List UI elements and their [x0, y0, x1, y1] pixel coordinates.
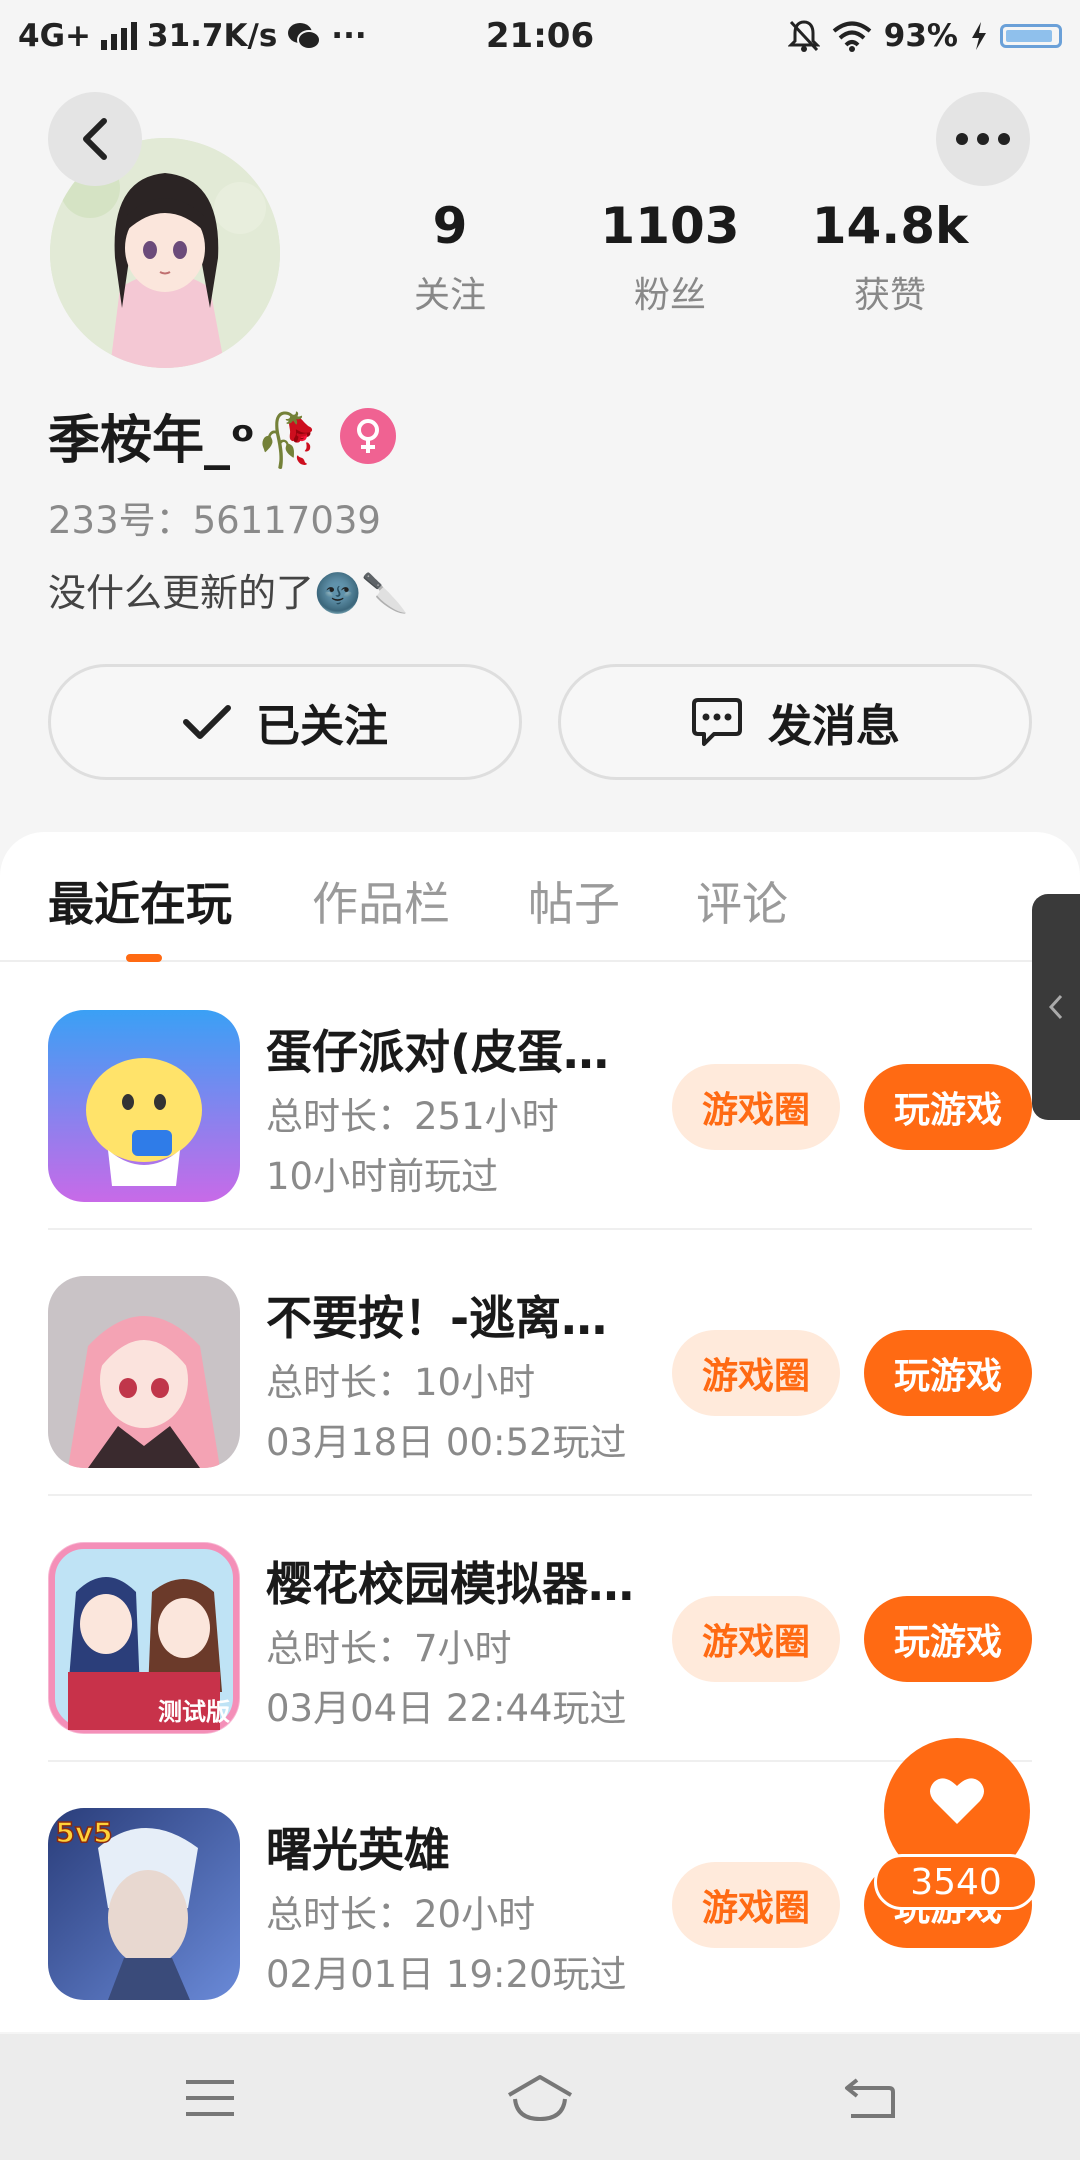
network-type: 4G+ — [18, 18, 91, 54]
stat-value: 14.8k — [811, 197, 969, 255]
home-nav-button[interactable] — [500, 2068, 580, 2128]
stat-likes[interactable]: 14.8k 获赞 — [780, 196, 1000, 318]
chat-bubble-icon — [692, 698, 742, 746]
wechat-icon — [288, 23, 322, 50]
game-last-played: 02月01日 19:20玩过 — [266, 1953, 627, 1996]
stat-value: 9 — [432, 197, 468, 255]
more-dots-icon — [956, 133, 1010, 145]
username-row: 季桉年_ᵒ🥀 — [48, 398, 397, 473]
game-icon-dawn-heroes[interactable]: 5v5 — [48, 1808, 240, 2000]
stat-label: 获赞 — [853, 275, 926, 316]
game-circle-button[interactable]: 游戏圈 — [672, 1862, 840, 1948]
game-last-played: 03月04日 22:44玩过 — [266, 1687, 627, 1730]
username: 季桉年_ᵒ🥀 — [48, 411, 321, 471]
game-title: 蛋仔派对(皮蛋… — [266, 1025, 610, 1079]
game-title: 不要按！-逃离… — [266, 1291, 608, 1345]
game-row[interactable]: 测试版 樱花校园模拟器… 总时长：7小时 03月04日 22:44玩过 游戏圈 … — [48, 1496, 1032, 1762]
like-count: 3540 — [874, 1854, 1038, 1910]
game-icon-sakura-school[interactable]: 测试版 — [48, 1542, 240, 1734]
followed-button[interactable]: 已关注 — [48, 664, 522, 780]
play-game-button[interactable]: 玩游戏 — [864, 1330, 1032, 1416]
bio: 没什么更新的了🌚🔪 — [48, 571, 409, 615]
status-right: 93% — [787, 18, 1062, 54]
side-panel-handle[interactable] — [1032, 894, 1080, 1120]
game-title: 曙光英雄 — [266, 1823, 450, 1877]
game-badge: 测试版 — [158, 1698, 230, 1726]
tab-comments[interactable]: 评论 — [696, 868, 788, 934]
tab-indicator — [126, 954, 162, 962]
network-speed: 31.7K/s — [147, 18, 278, 54]
heart-icon — [930, 1778, 984, 1824]
chevron-left-icon — [83, 118, 107, 160]
game-last-played: 03月18日 00:52玩过 — [266, 1421, 627, 1464]
user-id: 233号：56117039 — [48, 499, 381, 542]
game-playtime: 总时长：7小时 — [266, 1627, 512, 1670]
game-badge: 5v5 — [55, 1816, 112, 1849]
back-arrow-icon — [845, 2078, 895, 2118]
chevron-left-icon — [1048, 994, 1063, 1020]
followed-label: 已关注 — [256, 701, 388, 752]
stat-value: 1103 — [600, 197, 740, 255]
play-game-button[interactable]: 玩游戏 — [864, 1064, 1032, 1150]
back-nav-button[interactable] — [830, 2068, 910, 2128]
status-bar: 4G+ 31.7K/s ··· 21:06 93% — [0, 0, 1080, 72]
menu-icon — [186, 2080, 234, 2116]
signal-icon — [101, 22, 137, 50]
home-icon — [507, 2075, 573, 2122]
mute-bell-icon — [787, 20, 820, 52]
game-last-played: 10小时前玩过 — [266, 1155, 499, 1198]
game-circle-button[interactable]: 游戏圈 — [672, 1064, 840, 1150]
tab-bar: 最近在玩 作品栏 帖子 评论 — [0, 832, 1080, 962]
stat-fans[interactable]: 1103 粉丝 — [560, 196, 780, 318]
system-nav-bar — [0, 2034, 1080, 2160]
status-more: ··· — [331, 18, 367, 54]
charging-icon — [972, 22, 986, 50]
stat-label: 关注 — [413, 275, 486, 316]
checkmark-icon — [183, 705, 231, 739]
message-label: 发消息 — [768, 701, 900, 752]
stat-following[interactable]: 9 关注 — [340, 196, 560, 318]
game-icon-dont-press[interactable] — [48, 1276, 240, 1468]
game-playtime: 总时长：251小时 — [266, 1095, 559, 1138]
back-button[interactable] — [48, 92, 142, 186]
female-icon — [340, 407, 397, 464]
more-button[interactable] — [936, 92, 1030, 186]
game-row[interactable]: 蛋仔派对(皮蛋… 总时长：251小时 10小时前玩过 游戏圈 玩游戏 — [48, 964, 1032, 1230]
stat-label: 粉丝 — [633, 275, 706, 316]
battery-percent: 93% — [883, 18, 958, 54]
game-icon-eggy-party[interactable] — [48, 1010, 240, 1202]
tab-posts[interactable]: 帖子 — [528, 868, 620, 934]
play-game-button[interactable]: 玩游戏 — [864, 1596, 1032, 1682]
status-left: 4G+ 31.7K/s ··· — [18, 18, 367, 54]
menu-nav-button[interactable] — [170, 2068, 250, 2128]
tab-works[interactable]: 作品栏 — [312, 868, 450, 934]
game-title: 樱花校园模拟器… — [266, 1557, 634, 1611]
game-circle-button[interactable]: 游戏圈 — [672, 1330, 840, 1416]
game-circle-button[interactable]: 游戏圈 — [672, 1596, 840, 1682]
message-button[interactable]: 发消息 — [558, 664, 1032, 780]
battery-icon — [1000, 24, 1062, 48]
game-playtime: 总时长：20小时 — [266, 1893, 536, 1936]
profile-stats: 9 关注 1103 粉丝 14.8k 获赞 — [340, 196, 1000, 318]
game-row[interactable]: 不要按！-逃离… 总时长：10小时 03月18日 00:52玩过 游戏圈 玩游戏 — [48, 1230, 1032, 1496]
game-playtime: 总时长：10小时 — [266, 1361, 536, 1404]
tab-recently-played[interactable]: 最近在玩 — [48, 868, 232, 934]
wifi-icon — [832, 21, 872, 52]
